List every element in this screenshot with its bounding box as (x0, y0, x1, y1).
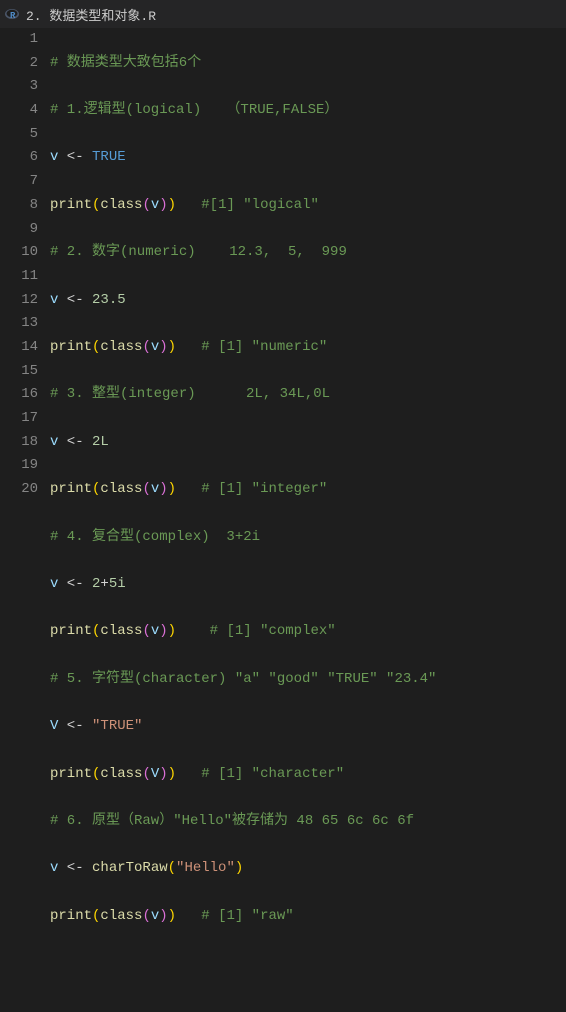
code-paren: ) (159, 766, 167, 782)
code-paren: ) (168, 197, 176, 213)
code-func: print (50, 766, 92, 782)
code-paren: ) (159, 481, 167, 497)
code-paren: ( (142, 908, 150, 924)
code-string: "Hello" (176, 860, 235, 876)
code-var: v (151, 339, 159, 355)
code-paren: ( (142, 766, 150, 782)
code-comment: # [1] "complex" (176, 623, 336, 639)
code-num: 2L (92, 434, 109, 450)
code-comment: # [1] "character" (176, 766, 344, 782)
code-editor[interactable]: 1234567891011121314151617181920 # 数据类型大致… (0, 28, 566, 1012)
code-op: + (100, 576, 108, 592)
code-func: class (100, 481, 142, 497)
code-func: class (100, 339, 142, 355)
code-paren: ) (159, 908, 167, 924)
svg-text:R: R (10, 11, 16, 21)
code-comment: # [1] "integer" (176, 481, 327, 497)
code-func: class (100, 908, 142, 924)
code-paren: ( (92, 623, 100, 639)
code-var: v (151, 197, 159, 213)
code-comment: # 3. 整型(integer) 2L, 34L,0L (50, 386, 330, 402)
code-paren: ( (142, 623, 150, 639)
code-paren: ( (92, 766, 100, 782)
code-op: <- (58, 149, 92, 165)
code-paren: ) (168, 339, 176, 355)
code-paren: ( (142, 339, 150, 355)
code-paren: ( (92, 908, 100, 924)
code-comment: # 6. 原型（Raw）"Hello"被存储为 48 65 6c 6c 6f (50, 813, 414, 829)
code-paren: ) (168, 766, 176, 782)
code-op: <- (58, 434, 92, 450)
code-comment: # 1.逻辑型(logical) （TRUE,FALSE） (50, 102, 338, 118)
code-func: print (50, 908, 92, 924)
code-var: V (151, 766, 159, 782)
code-paren: ) (168, 623, 176, 639)
code-comment: # 5. 字符型(character) "a" "good" "TRUE" "2… (50, 671, 436, 687)
tab-bar: R 2. 数据类型和对象.R (0, 0, 566, 28)
code-const: TRUE (92, 149, 126, 165)
code-op: <- (58, 292, 92, 308)
code-paren: ) (235, 860, 243, 876)
code-content[interactable]: # 数据类型大致包括6个 # 1.逻辑型(logical) （TRUE,FALS… (50, 28, 566, 1012)
code-string: "TRUE" (92, 718, 142, 734)
code-paren: ) (159, 623, 167, 639)
code-var: v (151, 623, 159, 639)
code-comment: # [1] "numeric" (176, 339, 327, 355)
r-file-icon: R (4, 6, 20, 22)
code-comment: # [1] "raw" (176, 908, 294, 924)
code-paren: ) (168, 481, 176, 497)
code-paren: ( (142, 481, 150, 497)
code-comment: # 2. 数字(numeric) 12.3, 5, 999 (50, 244, 347, 260)
code-func: print (50, 623, 92, 639)
code-func: class (100, 197, 142, 213)
code-op: <- (58, 576, 92, 592)
code-paren: ) (159, 197, 167, 213)
code-func: class (100, 766, 142, 782)
code-paren: ) (168, 908, 176, 924)
code-func: print (50, 481, 92, 497)
code-paren: ( (168, 860, 176, 876)
code-func: charToRaw (92, 860, 168, 876)
code-op: <- (58, 718, 92, 734)
code-comment: # 4. 复合型(complex) 3+2i (50, 529, 260, 545)
code-num: 5i (109, 576, 126, 592)
code-var: v (151, 481, 159, 497)
code-num: 2 (92, 576, 100, 592)
code-num: 23.5 (92, 292, 126, 308)
line-gutter: 1234567891011121314151617181920 (0, 28, 50, 1012)
code-var: v (151, 908, 159, 924)
code-op: <- (58, 860, 92, 876)
code-comment: #[1] "logical" (176, 197, 319, 213)
code-comment: # 数据类型大致包括6个 (50, 55, 201, 71)
code-func: print (50, 197, 92, 213)
code-paren: ( (142, 197, 150, 213)
code-paren: ) (159, 339, 167, 355)
code-func: class (100, 623, 142, 639)
code-var: v (50, 576, 58, 592)
code-var: V (50, 718, 58, 734)
tab-filename[interactable]: 2. 数据类型和对象.R (26, 5, 156, 24)
code-func: print (50, 339, 92, 355)
code-var: v (50, 860, 58, 876)
